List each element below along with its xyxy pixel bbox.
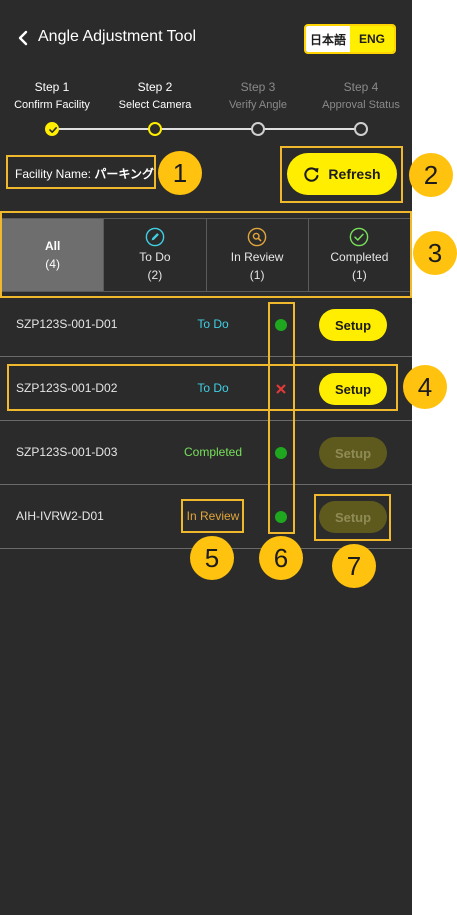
app-screen: Angle Adjustment Tool 日本語 ENG Step 1 Con… — [0, 0, 412, 915]
step-subtitle: Select Camera — [118, 99, 192, 111]
tab-completed[interactable]: Completed (1) — [309, 219, 410, 291]
annotation-marker-6: 6 — [259, 536, 303, 580]
search-icon — [247, 227, 267, 247]
step-title: Step 4 — [343, 80, 379, 94]
annotation-marker-4: 4 — [403, 365, 447, 409]
step-4-dot — [354, 122, 368, 136]
check-circle-icon — [350, 227, 369, 247]
tab-label: In Review — [230, 250, 284, 264]
step-title: Step 3 — [240, 80, 276, 94]
tab-count: (4) — [45, 257, 60, 271]
tab-count: (1) — [249, 268, 265, 282]
facility-label: Facility Name: — [15, 167, 92, 181]
chevron-left-icon[interactable] — [16, 29, 30, 47]
step-1-dot — [45, 122, 59, 136]
facility-name: Facility Name: パーキング — [15, 165, 154, 182]
camera-row: SZP123S-001-D01 To Do Setup — [0, 293, 412, 357]
annotation-marker-5: 5 — [190, 536, 234, 580]
camera-row: SZP123S-001-D03 Completed Setup — [0, 421, 412, 485]
status-filter-tabs: All (4) To Do (2) In Review (1) Complete… — [2, 218, 410, 292]
refresh-button[interactable]: Refresh — [287, 153, 397, 195]
step-2: Step 2 Select Camera — [103, 78, 207, 114]
refresh-icon — [304, 166, 319, 182]
refresh-label: Refresh — [328, 166, 381, 182]
camera-status: To Do — [197, 381, 229, 395]
error-x-icon — [276, 384, 286, 394]
camera-id: SZP123S-001-D03 — [16, 445, 118, 459]
language-toggle: 日本語 ENG — [304, 24, 396, 54]
camera-id: AIH-IVRW2-D01 — [16, 509, 104, 523]
camera-status: In Review — [186, 509, 240, 523]
annotation-marker-3: 3 — [413, 231, 457, 275]
step-title: Step 2 — [137, 80, 173, 94]
setup-button-disabled: Setup — [319, 501, 387, 533]
progress-stepper: Step 1 Confirm Facility Step 2 Select Ca… — [0, 78, 412, 140]
camera-id: SZP123S-001-D01 — [16, 317, 118, 331]
tab-to-do[interactable]: To Do (2) — [104, 219, 207, 291]
setup-button[interactable]: Setup — [319, 309, 387, 341]
check-icon — [49, 126, 57, 133]
tab-label: To Do — [139, 250, 171, 264]
tab-label: Completed — [330, 250, 389, 264]
tab-count: (2) — [147, 268, 163, 282]
step-2-dot — [148, 122, 162, 136]
lang-ja-button[interactable]: 日本語 — [306, 26, 350, 52]
tab-in-review[interactable]: In Review (1) — [207, 219, 309, 291]
status-ok-indicator — [275, 511, 287, 523]
tab-all[interactable]: All (4) — [2, 219, 105, 291]
setup-button[interactable]: Setup — [319, 373, 387, 405]
step-4: Step 4 Approval Status — [309, 78, 413, 114]
status-ok-indicator — [275, 319, 287, 331]
step-title: Step 1 — [34, 80, 70, 94]
setup-button-disabled: Setup — [319, 437, 387, 469]
step-1: Step 1 Confirm Facility — [0, 78, 104, 114]
annotation-marker-2: 2 — [409, 153, 453, 197]
annotation-marker-1: 1 — [158, 151, 202, 195]
step-3-dot — [251, 122, 265, 136]
facility-value: パーキング — [94, 167, 154, 181]
tab-label: All — [44, 239, 61, 253]
camera-id: SZP123S-001-D02 — [16, 381, 118, 395]
step-subtitle: Approval Status — [322, 99, 400, 111]
camera-status: To Do — [197, 317, 229, 331]
step-3: Step 3 Verify Angle — [206, 78, 310, 114]
lang-en-button[interactable]: ENG — [350, 26, 394, 52]
step-subtitle: Verify Angle — [228, 99, 288, 111]
annotation-marker-7: 7 — [332, 544, 376, 588]
status-ok-indicator — [275, 447, 287, 459]
pencil-icon — [145, 227, 165, 247]
tab-count: (1) — [352, 268, 367, 282]
stepper-track — [52, 128, 361, 130]
header: Angle Adjustment Tool 日本語 ENG — [0, 0, 412, 78]
step-subtitle: Confirm Facility — [14, 99, 90, 111]
camera-row: SZP123S-001-D02 To Do Setup — [0, 357, 412, 421]
page-title: Angle Adjustment Tool — [38, 28, 197, 45]
camera-status: Completed — [183, 445, 243, 459]
